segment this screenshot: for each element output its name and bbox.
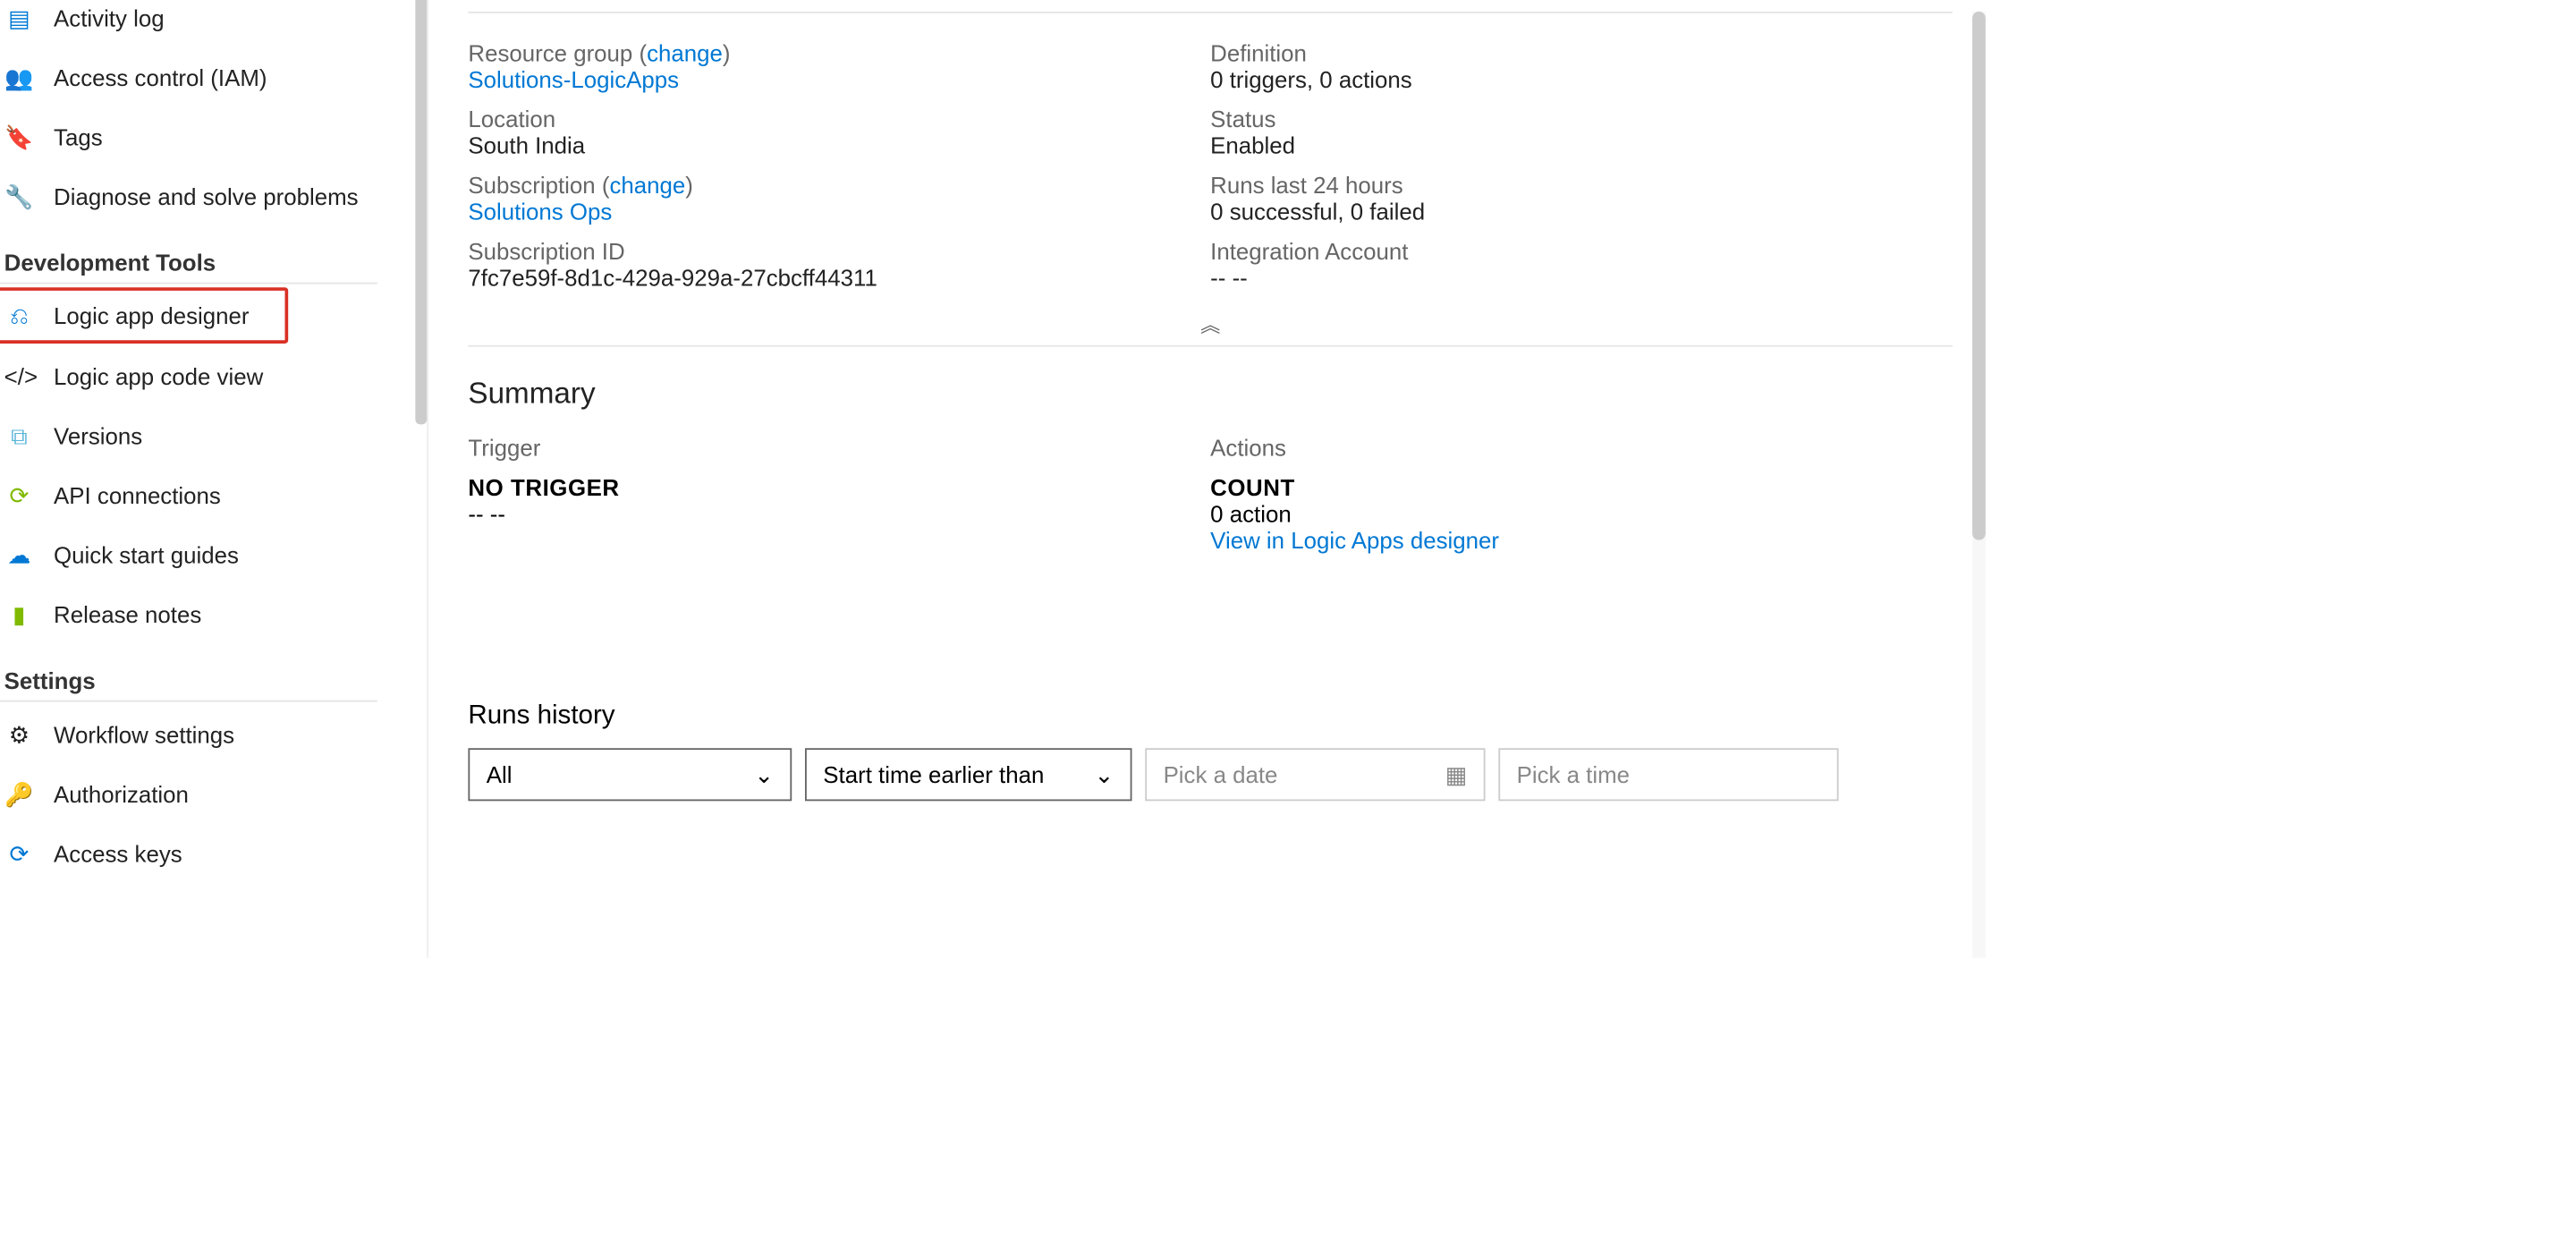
nav-access-keys[interactable]: ⟳ Access keys [0, 824, 427, 883]
activity-log-icon: ▤ [4, 4, 34, 32]
wrench-icon: 🔧 [4, 183, 34, 210]
subscription-link[interactable]: Solutions Ops [468, 199, 1210, 225]
nav-item-label: Release notes [54, 601, 201, 628]
access-key-icon: ⟳ [4, 840, 34, 868]
designer-icon: ⎌ [4, 302, 34, 329]
blade: « Overview ▤ Activity log 👥 Access contr… [0, 0, 1986, 958]
status-filter-select[interactable]: All ⌄ [468, 748, 792, 801]
nav-item-label: Activity log [54, 5, 165, 32]
scrollbar[interactable] [1972, 12, 1986, 958]
subscription-id-label: Subscription ID [468, 238, 1210, 265]
bookmark-icon: ▮ [4, 600, 34, 628]
definition-label: Definition [1210, 39, 1953, 66]
nav-quickstart[interactable]: ☁ Quick start guides [0, 525, 427, 584]
date-picker[interactable]: Pick a date ▦ [1145, 748, 1485, 801]
properties-right: Definition 0 triggers, 0 actions Status … [1210, 30, 1953, 303]
integration-label: Integration Account [1210, 238, 1953, 265]
nav-code-view[interactable]: </> Logic app code view [0, 347, 427, 406]
actions-label: Actions [1210, 434, 1953, 461]
select-value: Start time earlier than [823, 761, 1044, 788]
no-trigger: NO TRIGGER [468, 474, 1210, 501]
subscription-label: Subscription (change) [468, 172, 1210, 199]
view-designer-link[interactable]: View in Logic Apps designer [1210, 527, 1953, 554]
summary: Trigger NO TRIGGER -- -- Actions COUNT 0… [468, 434, 1953, 553]
resource-group-label: Resource group (change) [468, 39, 1210, 66]
calendar-icon: ▦ [1445, 760, 1467, 788]
resource-group-link[interactable]: Solutions-LogicApps [468, 66, 1210, 93]
count-label: COUNT [1210, 474, 1953, 501]
chevron-down-icon: ⌄ [1095, 760, 1114, 788]
nav-item-label: Workflow settings [54, 722, 234, 749]
summary-heading: Summary [468, 377, 1953, 412]
integration-value: -- -- [1210, 264, 1953, 291]
nav-designer[interactable]: ⎌ Logic app designer [0, 287, 288, 344]
runs-24h-label: Runs last 24 hours [1210, 172, 1953, 199]
location-label: Location [468, 106, 1210, 132]
nav-item-label: Quick start guides [54, 541, 239, 568]
nav-versions[interactable]: ⧉ Versions [0, 406, 427, 465]
status-label: Status [1210, 106, 1953, 132]
runs-filters: All ⌄ Start time earlier than ⌄ Pick a d… [468, 748, 1953, 801]
link-icon: ⟳ [4, 481, 34, 509]
summary-actions: Actions COUNT 0 action View in Logic App… [1210, 434, 1953, 553]
placeholder: Pick a date [1164, 761, 1278, 788]
command-bar: Run Trigger Refresh Edit Delete Disable [468, 0, 1953, 13]
placeholder: Pick a time [1517, 761, 1630, 788]
nav-item-label: Versions [54, 423, 142, 450]
nav-item-label: Authorization [54, 781, 189, 808]
nav-item-label: Logic app designer [54, 302, 249, 329]
time-picker[interactable]: Pick a time [1498, 748, 1838, 801]
nav-section-settings: Settings [0, 644, 377, 702]
properties-left: Resource group (change) Solutions-LogicA… [468, 30, 1210, 303]
change-sub-link[interactable]: change [609, 172, 685, 199]
runs-24h-value: 0 successful, 0 failed [1210, 199, 1953, 225]
definition-value: 0 triggers, 0 actions [1210, 66, 1953, 93]
nav-authorization[interactable]: 🔑 Authorization [0, 765, 427, 824]
nav-workflow-settings[interactable]: ⚙ Workflow settings [0, 705, 427, 764]
change-rg-link[interactable]: change [647, 39, 723, 66]
count-value: 0 action [1210, 500, 1953, 527]
resource-detail: ✕ {} SalesforceLogicAppSample Logic app … [428, 0, 1986, 958]
status-value: Enabled [1210, 132, 1953, 159]
nav-diagnose[interactable]: 🔧 Diagnose and solve problems [0, 166, 427, 225]
collapse-properties-icon[interactable]: ︽ [468, 304, 1953, 347]
nav-tags[interactable]: 🔖 Tags [0, 107, 427, 166]
code-icon: </> [4, 363, 34, 390]
location-value: South India [468, 132, 1210, 159]
nav-item-label: Access keys [54, 841, 182, 868]
no-trigger-value: -- -- [468, 500, 1210, 527]
nav-iam[interactable]: 👥 Access control (IAM) [0, 48, 427, 107]
time-filter-select[interactable]: Start time earlier than ⌄ [805, 748, 1132, 801]
runs-history-heading: Runs history [468, 702, 1953, 732]
cloud-icon: ☁ [4, 541, 34, 569]
nav-item-label: Access control (IAM) [54, 64, 267, 91]
summary-trigger: Trigger NO TRIGGER -- -- [468, 434, 1210, 553]
gear-icon: ⚙ [4, 721, 34, 749]
versions-icon: ⧉ [4, 422, 34, 450]
resource-nav: « Overview ▤ Activity log 👥 Access contr… [0, 0, 428, 958]
content: Logic Apps Cisco « + Add ≣≣ Edit columns… [0, 0, 1986, 958]
nav-item-label: Diagnose and solve problems [54, 183, 359, 210]
nav-item-label: API connections [54, 482, 221, 509]
nav-activity-log[interactable]: ▤ Activity log [0, 0, 427, 48]
tag-icon: 🔖 [4, 123, 34, 151]
trigger-label: Trigger [468, 434, 1210, 461]
key-icon: 🔑 [4, 780, 34, 808]
nav-item-label: Tags [54, 123, 103, 150]
properties: Resource group (change) Solutions-LogicA… [468, 30, 1953, 303]
nav-item-label: Logic app code view [54, 363, 263, 390]
chevron-down-icon: ⌄ [754, 760, 774, 788]
nav-section-devtools: Development Tools [0, 226, 377, 285]
subscription-id-value: 7fc7e59f-8d1c-429a-929a-27cbcff44311 [468, 264, 1210, 291]
select-value: All [487, 761, 513, 788]
nav-api-connections[interactable]: ⟳ API connections [0, 466, 427, 525]
people-icon: 👥 [4, 64, 34, 91]
nav-release-notes[interactable]: ▮ Release notes [0, 584, 427, 643]
